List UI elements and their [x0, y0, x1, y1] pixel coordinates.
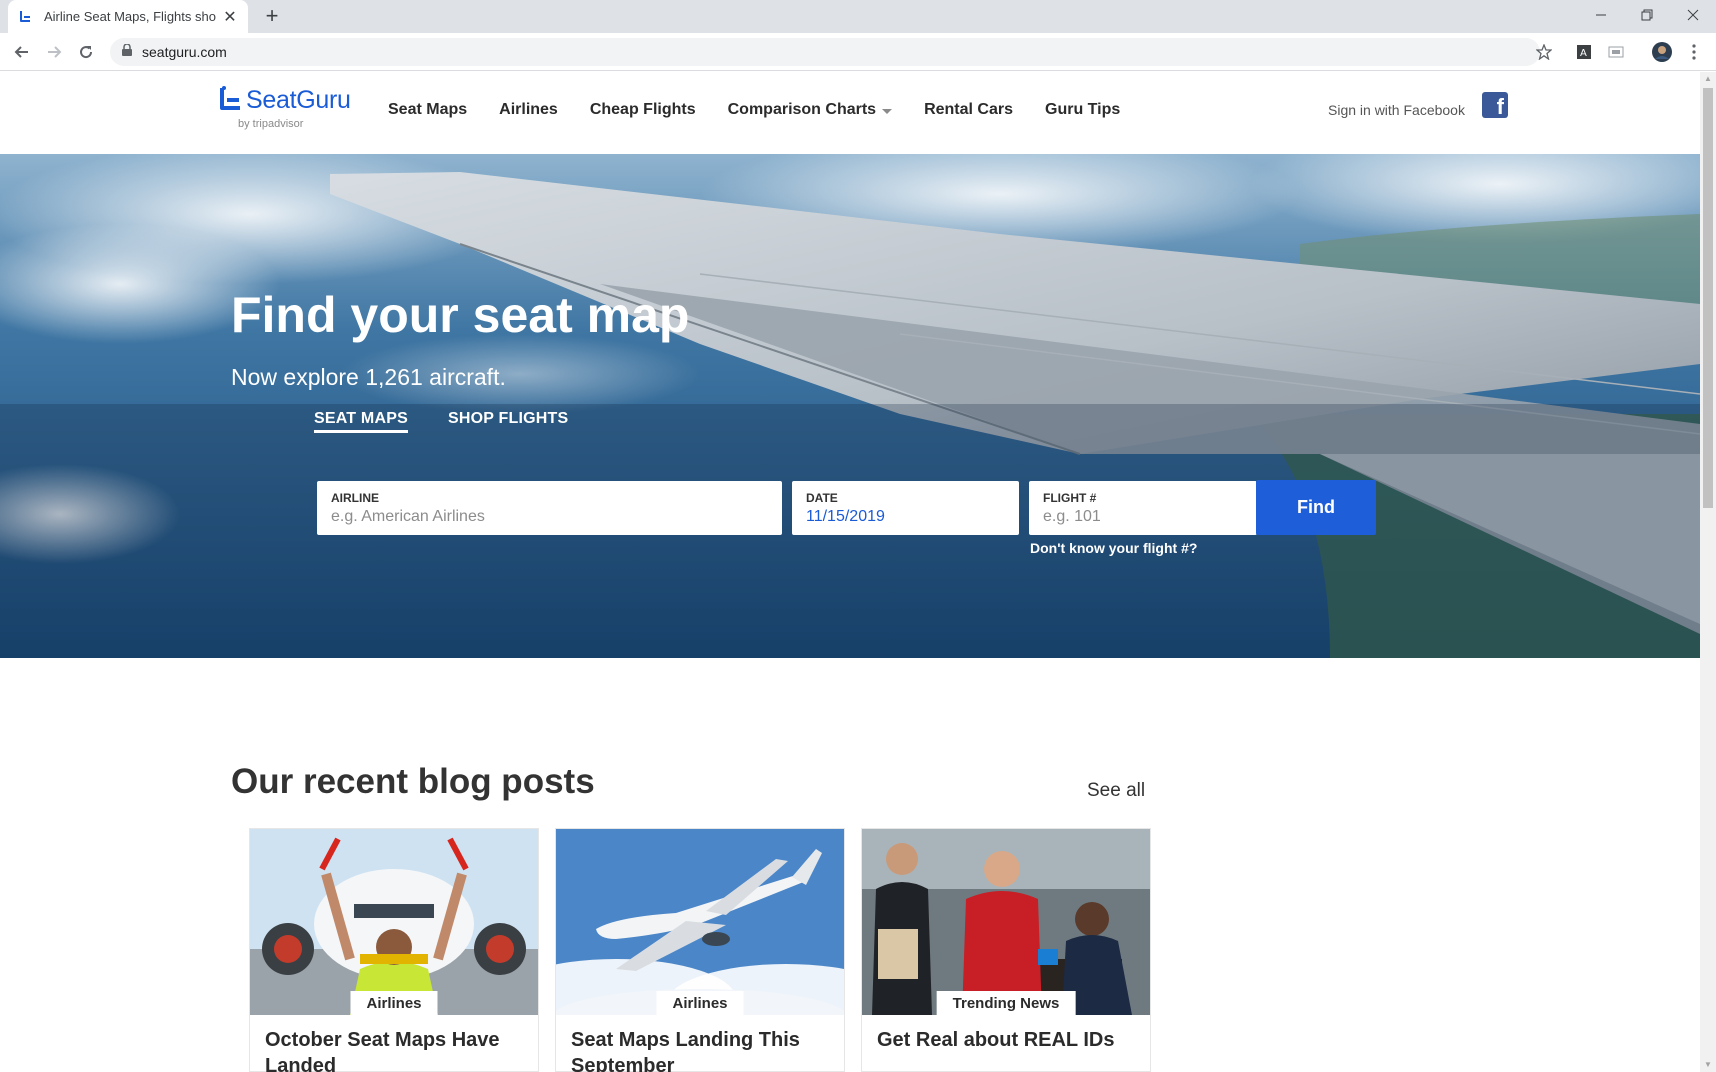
browser-tab[interactable]: Airline Seat Maps, Flights shopping ✕ [8, 0, 248, 33]
bookmark-star-icon[interactable] [1534, 42, 1554, 62]
scroll-down-icon[interactable]: ▼ [1700, 1058, 1716, 1072]
nav-seat-maps[interactable]: Seat Maps [388, 98, 467, 122]
forward-icon[interactable] [42, 40, 66, 64]
blog-card-title[interactable]: October Seat Maps Have Landed [265, 1027, 525, 1072]
hero-banner: Find your seat map Now explore 1,261 air… [0, 154, 1700, 658]
url-text: seatguru.com [142, 44, 227, 60]
restore-icon[interactable] [1624, 0, 1670, 30]
scrollbar-thumb[interactable] [1703, 88, 1713, 508]
main-nav: Seat Maps Airlines Cheap Flights Compari… [388, 98, 1152, 122]
site-header: SeatGuru by tripadvisor Seat Maps Airlin… [0, 72, 1700, 154]
hero-title: Find your seat map [231, 287, 690, 343]
blog-card-category: Trending News [936, 991, 1076, 1016]
hero-subtitle: Now explore 1,261 aircraft. [231, 364, 506, 390]
date-input[interactable] [806, 508, 1005, 526]
back-icon[interactable] [10, 40, 34, 64]
seatguru-favicon-icon [18, 9, 34, 25]
browser-window: Airline Seat Maps, Flights shopping ✕ + [0, 0, 1716, 1072]
blog-card-category: Airlines [656, 991, 744, 1016]
blog-card[interactable]: Airlines October Seat Maps Have Landed [249, 828, 539, 1072]
page-viewport: SeatGuru by tripadvisor Seat Maps Airlin… [0, 72, 1700, 1072]
new-tab-button[interactable]: + [260, 4, 284, 28]
date-label: DATE [806, 491, 838, 505]
menu-kebab-icon[interactable] [1684, 42, 1704, 62]
seat-logo-icon [218, 86, 244, 121]
nav-guru-tips[interactable]: Guru Tips [1045, 98, 1120, 122]
blog-card-title[interactable]: Get Real about REAL IDs [877, 1027, 1137, 1053]
cast-icon[interactable] [1606, 42, 1626, 62]
address-bar[interactable]: seatguru.com [110, 38, 1540, 66]
tab-strip: Airline Seat Maps, Flights shopping ✕ + [0, 0, 1716, 33]
flight-number-input[interactable] [1043, 508, 1243, 526]
scroll-up-icon[interactable]: ▲ [1700, 72, 1716, 86]
blog-section-title: Our recent blog posts [231, 762, 595, 801]
flight-number-label: FLIGHT # [1043, 491, 1097, 505]
blog-card-category: Airlines [350, 991, 438, 1016]
blog-card-image [556, 829, 844, 1015]
date-field[interactable]: DATE [792, 481, 1019, 535]
tab-title: Airline Seat Maps, Flights shopping [44, 9, 216, 24]
vertical-scrollbar[interactable]: ▲ ▼ [1700, 72, 1716, 1072]
nav-comparison-charts[interactable]: Comparison Charts [727, 98, 893, 122]
blog-card-image [862, 829, 1150, 1015]
tab-seat-maps[interactable]: SEAT MAPS [314, 410, 408, 433]
seatguru-logo[interactable]: SeatGuru by tripadvisor [218, 84, 351, 134]
blog-card-image [250, 829, 538, 1015]
airline-label: AIRLINE [331, 491, 379, 505]
blog-card-title[interactable]: Seat Maps Landing This September [571, 1027, 831, 1072]
reload-icon[interactable] [74, 40, 98, 64]
blog-card[interactable]: Trending News Get Real about REAL IDs [861, 828, 1151, 1072]
airline-input[interactable] [331, 508, 768, 526]
chevron-down-icon [882, 108, 893, 114]
nav-rental-cars[interactable]: Rental Cars [924, 98, 1013, 122]
browser-toolbar: seatguru.com A [0, 33, 1716, 71]
blog-card[interactable]: Airlines Seat Maps Landing This Septembe… [555, 828, 845, 1072]
lock-icon [122, 43, 132, 61]
nav-airlines[interactable]: Airlines [499, 98, 558, 122]
flight-field[interactable]: FLIGHT # [1029, 481, 1257, 535]
svg-text:A: A [1580, 48, 1587, 59]
find-button[interactable]: Find [1256, 480, 1376, 535]
nav-comparison-charts-label: Comparison Charts [727, 101, 877, 118]
facebook-icon[interactable]: f [1482, 92, 1508, 119]
tab-shop-flights[interactable]: SHOP FLIGHTS [448, 410, 568, 428]
logo-subtitle: by tripadvisor [238, 118, 304, 130]
see-all-link[interactable]: See all [1087, 780, 1145, 802]
dont-know-flight-link[interactable]: Don't know your flight #? [1030, 540, 1197, 556]
logo-wordmark: SeatGuru [246, 86, 351, 114]
close-tab-icon[interactable]: ✕ [222, 7, 238, 27]
minimize-icon[interactable] [1578, 0, 1624, 30]
nav-cheap-flights[interactable]: Cheap Flights [590, 98, 696, 122]
airline-field[interactable]: AIRLINE [317, 481, 782, 535]
facebook-signin-link[interactable]: Sign in with Facebook [1328, 98, 1465, 122]
close-window-icon[interactable] [1670, 0, 1716, 30]
extension-icon[interactable]: A [1574, 42, 1594, 62]
profile-avatar[interactable] [1652, 42, 1672, 62]
